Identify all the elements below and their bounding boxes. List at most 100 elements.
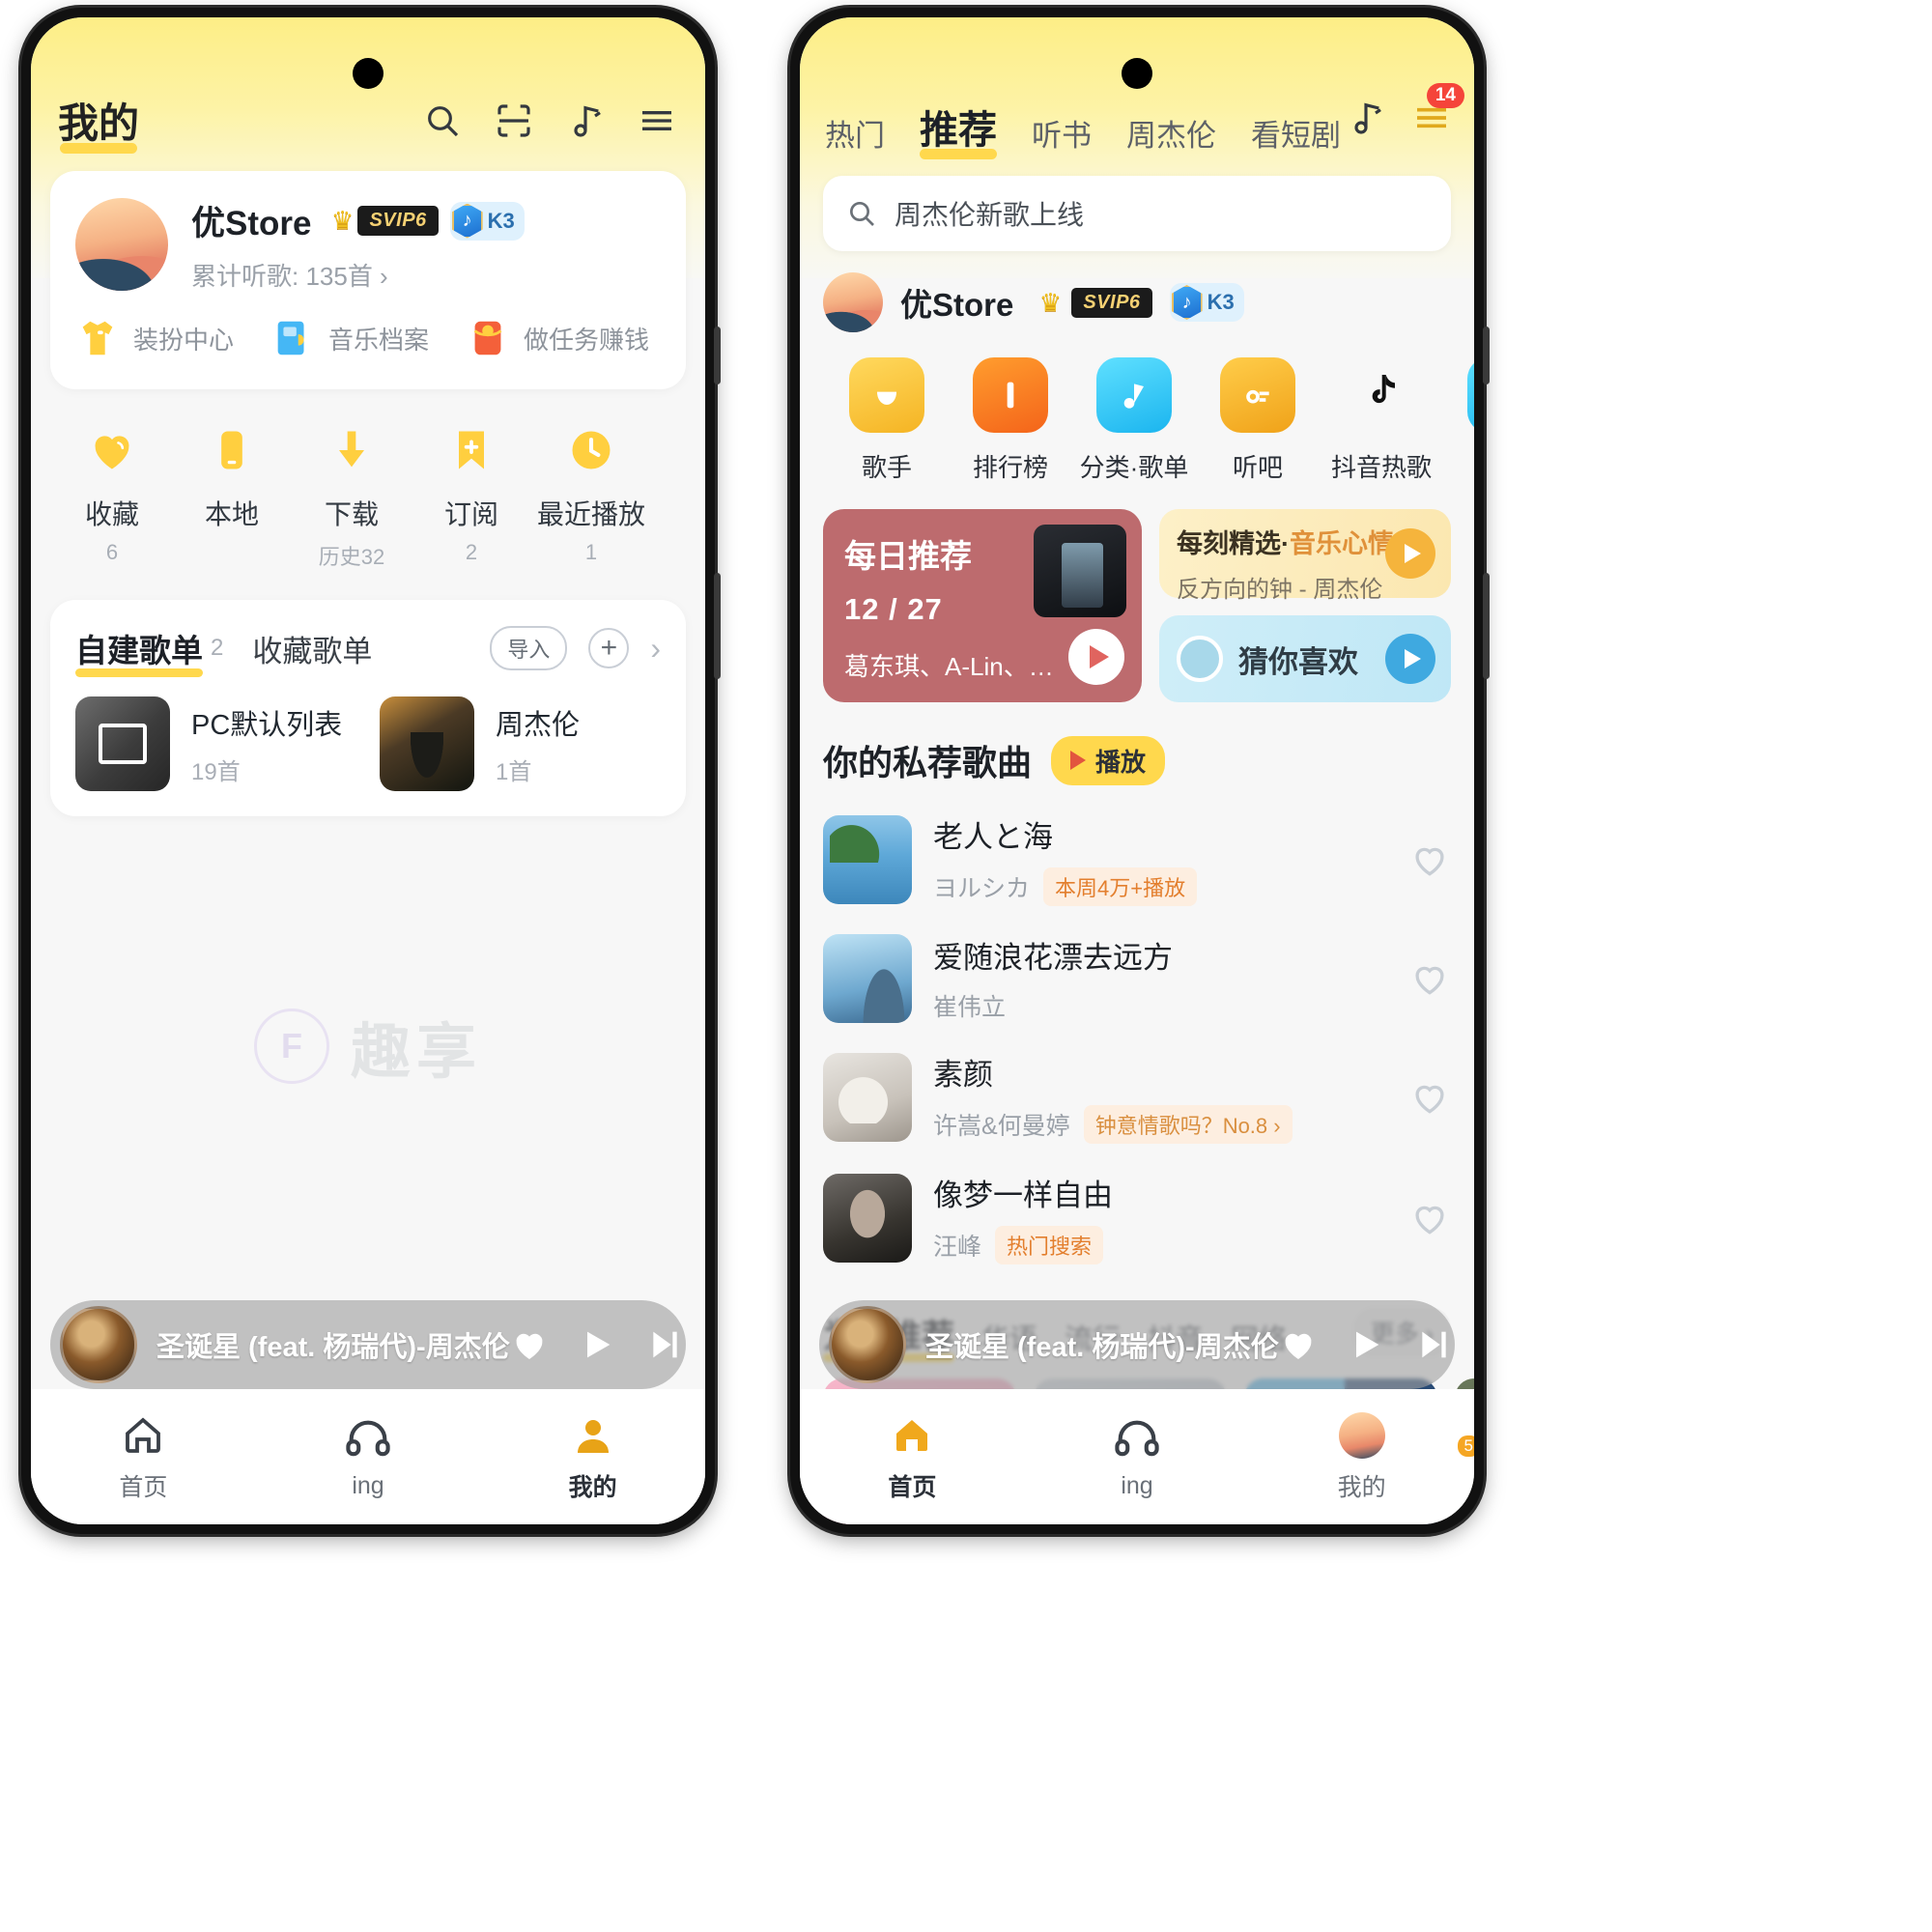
- watermark-text: 趣享: [350, 1019, 482, 1086]
- mini-player[interactable]: 圣诞星 (feat. 杨瑞代)-周杰伦: [819, 1300, 1455, 1389]
- shortcut-favorites[interactable]: 收藏 6: [52, 422, 172, 571]
- tab-audiobook[interactable]: 听书: [1032, 111, 1092, 155]
- shortcut-label: 本地: [204, 499, 259, 529]
- search-input[interactable]: 周杰伦新歌上线: [895, 194, 1084, 233]
- heart-icon[interactable]: [510, 1325, 549, 1364]
- list-item[interactable]: 周杰伦 1首: [380, 696, 661, 791]
- chevron-right-icon[interactable]: ›: [650, 631, 661, 667]
- category-radio[interactable]: 听吧: [1196, 357, 1320, 484]
- shortcuts-row[interactable]: 收藏 6 本地 下载 历史32 订阅 2 最近播放 1: [52, 414, 684, 577]
- avatar[interactable]: [823, 272, 883, 332]
- listen-count[interactable]: 累计听歌: 135首 ›: [191, 257, 525, 293]
- profile-card[interactable]: 优Store ♛ SVIP6 ♪ K3 累计听歌: 135首 › 装扮中心 音乐…: [50, 171, 686, 389]
- music-note-icon[interactable]: [566, 101, 605, 140]
- tab-jaychou[interactable]: 周杰伦: [1126, 111, 1216, 155]
- song-artwork: [823, 933, 912, 1023]
- play-icon[interactable]: [1347, 1325, 1385, 1364]
- quick-link-archive[interactable]: 音乐档案: [270, 316, 466, 360]
- guess-play-button[interactable]: [1385, 634, 1435, 684]
- category-rank[interactable]: 排行榜: [949, 357, 1072, 484]
- k-note-icon: ♪: [451, 203, 483, 239]
- scan-icon[interactable]: [495, 101, 533, 140]
- play-icon[interactable]: [578, 1325, 616, 1364]
- song-tag[interactable]: 钟意情歌吗？No.8 ›: [1083, 1105, 1293, 1144]
- nav-mine[interactable]: 我的: [480, 1410, 705, 1503]
- tab-collected-playlists[interactable]: 收藏歌单: [252, 627, 372, 670]
- list-item[interactable]: 素颜 许嵩&何曼婷 钟意情歌吗？No.8 ›: [823, 1037, 1451, 1157]
- search-icon[interactable]: [423, 101, 462, 140]
- add-playlist-button[interactable]: +: [588, 628, 630, 668]
- daily-play-button[interactable]: [1068, 629, 1124, 685]
- nav-home[interactable]: 首页: [800, 1410, 1025, 1503]
- avatar[interactable]: [75, 198, 168, 291]
- profile-row[interactable]: 优Store ♛ SVIP6 ♪ K3: [800, 251, 1474, 332]
- tab-shortdrama[interactable]: 看短剧: [1251, 111, 1341, 155]
- music-note-icon[interactable]: [1347, 99, 1385, 137]
- category-more-partial[interactable]: [1443, 357, 1474, 484]
- nav-ing[interactable]: ing: [256, 1414, 481, 1500]
- nav-home[interactable]: 首页: [31, 1410, 256, 1503]
- volume-button[interactable]: [1483, 327, 1490, 384]
- quick-link-label: 做任务赚钱: [524, 325, 650, 355]
- playlist-tabs: 自建歌单 2 收藏歌单 导入 + ›: [50, 625, 686, 677]
- category-playlist[interactable]: 分类·歌单: [1072, 357, 1196, 484]
- own-playlist-count: 2: [211, 635, 224, 661]
- nav-ing[interactable]: ing: [1025, 1414, 1250, 1500]
- svip-badge: SVIP6: [357, 206, 439, 236]
- heart-icon[interactable]: [1408, 838, 1451, 881]
- category-singer[interactable]: 歌手: [825, 357, 949, 484]
- quick-link-dressup[interactable]: 装扮中心: [75, 316, 270, 360]
- heart-icon[interactable]: [1279, 1325, 1318, 1364]
- right-screen: 热门 推荐 听书 周杰伦 看短剧 14 周杰伦新歌上线 优Store ♛ SVI…: [800, 17, 1474, 1524]
- tab-recommend[interactable]: 推荐: [920, 99, 997, 159]
- headphone-icon: [1025, 1414, 1250, 1464]
- shortcut-subscribe[interactable]: 订阅 2: [412, 422, 531, 571]
- list-item[interactable]: 像梦一样自由 汪峰 热门搜索: [823, 1157, 1451, 1278]
- shortcut-local[interactable]: 本地: [172, 422, 292, 571]
- mood-selection-card[interactable]: 每刻精选·音乐心情 反方向的钟 - 周杰伦: [1159, 509, 1451, 603]
- list-item[interactable]: PC默认列表 19首: [75, 696, 356, 791]
- nav-label: 首页: [888, 1474, 937, 1501]
- nav-mine[interactable]: 5 我的: [1249, 1410, 1474, 1503]
- daily-recommend-card[interactable]: 每日推荐 12 / 27 葛东琪、A-Lin、Lil笑笑...: [823, 509, 1142, 702]
- playlist-grid: PC默认列表 19首 周杰伦 1首: [50, 671, 686, 791]
- k-note-icon: ♪: [1171, 285, 1203, 320]
- category-row[interactable]: 歌手 排行榜 分类·歌单 听吧 抖音热歌: [800, 332, 1474, 484]
- heart-icon[interactable]: [1408, 1197, 1451, 1239]
- shortcut-partial[interactable]: 已: [651, 422, 684, 571]
- power-button[interactable]: [1483, 573, 1490, 679]
- player-track-title: 圣诞星 (feat. 杨瑞代)-周杰伦: [156, 1332, 510, 1363]
- next-icon[interactable]: [1414, 1325, 1453, 1364]
- heart-icon[interactable]: [1408, 957, 1451, 1000]
- power-button[interactable]: [714, 573, 721, 679]
- search-bar[interactable]: 周杰伦新歌上线: [823, 176, 1451, 251]
- tab-hot[interactable]: 热门: [825, 111, 885, 155]
- watermark: F 趣享: [31, 1003, 705, 1090]
- list-item[interactable]: 老人と海 ヨルシカ 本周4万+播放: [823, 799, 1451, 920]
- list-item[interactable]: 爱随浪花漂去远方 崔伟立: [823, 920, 1451, 1037]
- shortcut-download[interactable]: 下载 历史32: [292, 422, 412, 571]
- category-tiktok[interactable]: 抖音热歌: [1320, 357, 1443, 484]
- volume-button[interactable]: [714, 327, 721, 384]
- svip-badge: SVIP6: [1071, 287, 1152, 318]
- private-songs-header: 你的私荐歌曲 播放: [800, 702, 1474, 785]
- more-category-icon: [1467, 357, 1474, 433]
- player-artwork: [829, 1306, 906, 1383]
- shortcut-recent[interactable]: 最近播放 1: [531, 422, 651, 571]
- song-artwork: [823, 1173, 912, 1263]
- category-label: 歌手: [861, 453, 912, 482]
- menu-icon[interactable]: [638, 101, 676, 140]
- mood-play-button[interactable]: [1385, 528, 1435, 579]
- play-all-button[interactable]: 播放: [1051, 735, 1166, 785]
- next-icon[interactable]: [645, 1325, 684, 1364]
- guess-you-like-card[interactable]: 猜你喜欢: [1159, 615, 1451, 702]
- quick-link-label: 音乐档案: [328, 325, 430, 355]
- tab-own-playlists[interactable]: 自建歌单: [75, 625, 203, 677]
- guess-title: 猜你喜欢: [1238, 644, 1358, 679]
- mini-player[interactable]: 圣诞星 (feat. 杨瑞代)-周杰伦: [50, 1300, 686, 1389]
- heart-icon[interactable]: [1408, 1076, 1451, 1119]
- quick-link-task[interactable]: 做任务赚钱: [466, 316, 661, 360]
- check-icon: [651, 422, 684, 478]
- import-button[interactable]: 导入: [490, 626, 568, 670]
- menu-button[interactable]: 14: [1412, 83, 1464, 137]
